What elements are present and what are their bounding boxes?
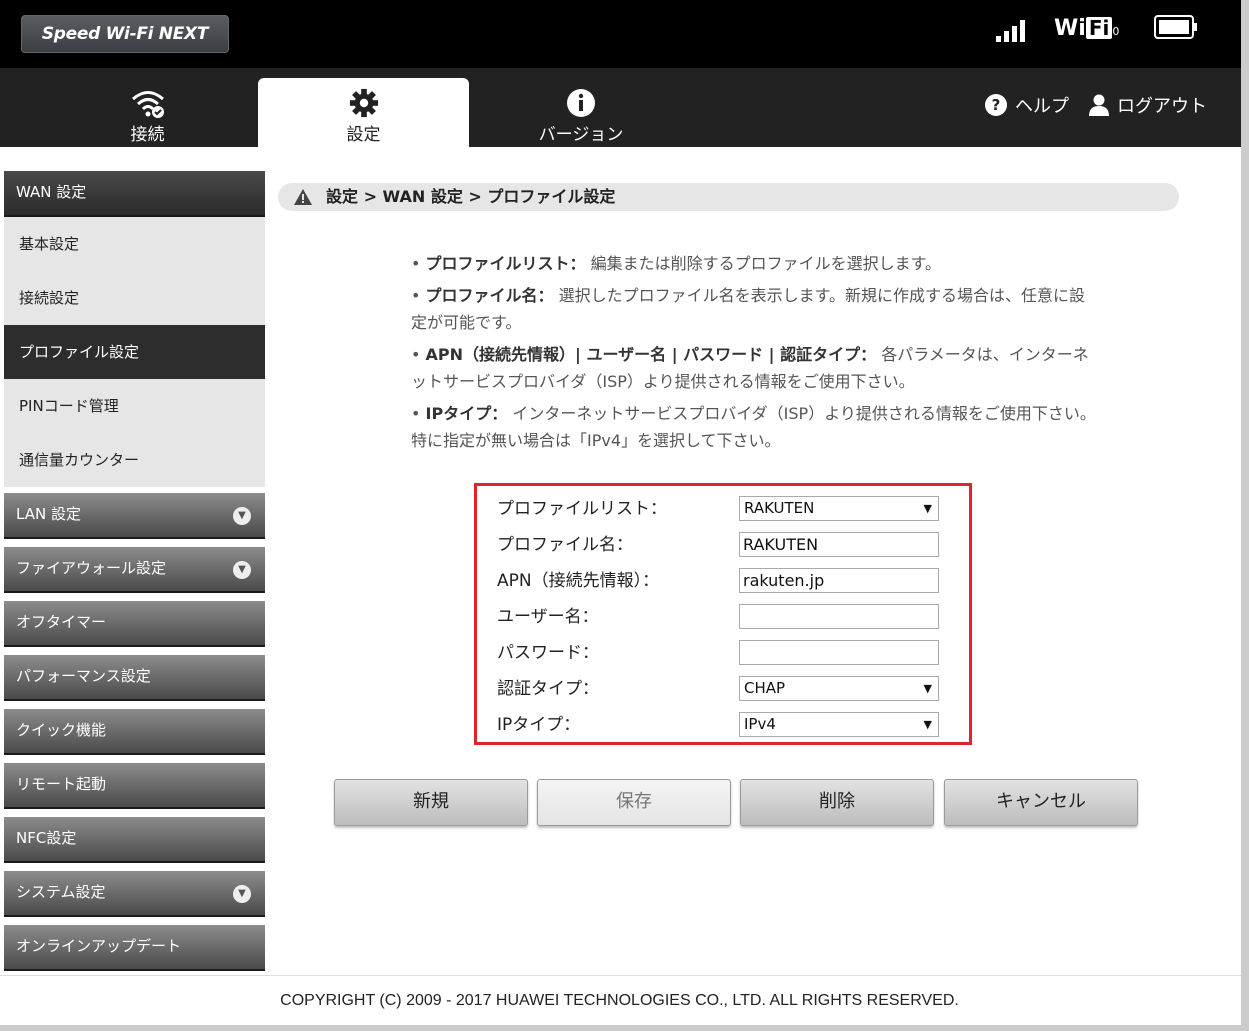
chevron-down-icon: ▼	[233, 507, 251, 525]
signal-strength-icon	[996, 20, 1025, 42]
copyright-footer: COPYRIGHT (C) 2009 - 2017 HUAWEI TECHNOL…	[280, 992, 959, 1009]
help-icon: ?	[985, 94, 1007, 116]
help-description: • プロファイルリスト： 編集または削除するプロファイルを選択します。 • プロ…	[411, 250, 1101, 459]
form-row-profile-list: プロファイルリスト： RAKUTEN ▼	[497, 496, 957, 522]
password-label: パスワード：	[497, 643, 599, 663]
form-row-ip-type: IPタイプ： IPv4 ▼	[497, 712, 957, 738]
sidebar-header-online-update[interactable]: オンラインアップデート	[4, 925, 265, 971]
sidebar-item-connection[interactable]: 接続設定	[4, 271, 265, 325]
profile-name-label: プロファイル名：	[497, 535, 633, 555]
username-label: ユーザー名：	[497, 607, 599, 627]
profile-name-input[interactable]	[739, 532, 939, 557]
sidebar-header-wan[interactable]: WAN 設定	[4, 171, 265, 217]
sidebar-header-performance[interactable]: パフォーマンス設定	[4, 655, 265, 701]
password-input[interactable]	[739, 640, 939, 665]
sidebar-group-wan: WAN 設定 基本設定 接続設定 プロファイル設定 PINコード管理 通信量カウ…	[4, 171, 265, 487]
window-bottom-border	[0, 1025, 1249, 1031]
breadcrumb-text: 設定 > WAN 設定 > プロファイル設定	[326, 187, 616, 206]
auth-type-value: CHAP	[744, 679, 786, 697]
profile-form: プロファイルリスト： RAKUTEN ▼ プロファイル名： APN（接続先情報）…	[474, 483, 972, 745]
breadcrumb: 設定 > WAN 設定 > プロファイル設定	[278, 183, 1179, 211]
profile-list-value: RAKUTEN	[744, 499, 815, 517]
sidebar-label: LAN 設定	[16, 505, 81, 523]
help-item: • APN（接続先情報）| ユーザー名 | パスワード | 認証タイプ： 各パラ…	[411, 345, 1089, 391]
gear-icon	[349, 88, 378, 118]
logout-label: ログアウト	[1117, 96, 1207, 117]
profile-list-label: プロファイルリスト：	[497, 499, 667, 519]
sidebar-header-quick[interactable]: クイック機能	[4, 709, 265, 755]
user-icon	[1089, 94, 1109, 116]
dropdown-arrow-icon: ▼	[923, 502, 932, 515]
top-header: Speed Wi-Fi NEXT Wi Fi 0	[0, 0, 1249, 68]
help-link[interactable]: ? ヘルプ	[985, 92, 1069, 118]
username-input[interactable]	[739, 604, 939, 629]
sidebar-header-system[interactable]: システム設定 ▼	[4, 871, 265, 917]
delete-button[interactable]: 削除	[740, 779, 934, 826]
form-row-profile-name: プロファイル名：	[497, 532, 957, 558]
form-row-username: ユーザー名：	[497, 604, 957, 630]
sidebar-label: システム設定	[16, 883, 106, 901]
help-label: ヘルプ	[1015, 96, 1069, 117]
tab-label: 設定	[346, 125, 381, 145]
chevron-down-icon: ▼	[233, 561, 251, 579]
auth-type-label: 認証タイプ：	[497, 679, 599, 699]
form-row-apn: APN（接続先情報）：	[497, 568, 957, 594]
ip-type-label: IPタイプ：	[497, 715, 581, 735]
cancel-button[interactable]: キャンセル	[944, 779, 1138, 826]
wifi-icon	[131, 91, 164, 118]
sidebar-item-basic[interactable]: 基本設定	[4, 217, 265, 271]
tab-label: バージョン	[538, 125, 624, 145]
sidebar-header-firewall[interactable]: ファイアウォール設定 ▼	[4, 547, 265, 593]
warning-icon	[294, 189, 312, 205]
battery-icon	[1154, 15, 1197, 39]
apn-label: APN（接続先情報）：	[497, 571, 660, 591]
chevron-down-icon: ▼	[233, 885, 251, 903]
apn-input[interactable]	[739, 568, 939, 593]
tab-version[interactable]: バージョン	[472, 78, 690, 147]
wifi-status-icon: Wi Fi 0	[1054, 16, 1120, 41]
sidebar-header-remote[interactable]: リモート起動	[4, 763, 265, 809]
sidebar-item-data-counter[interactable]: 通信量カウンター	[4, 433, 265, 487]
auth-type-select[interactable]: CHAP ▼	[739, 676, 939, 701]
profile-list-select[interactable]: RAKUTEN ▼	[739, 496, 939, 521]
new-button[interactable]: 新規	[334, 779, 528, 826]
sidebar-label: ファイアウォール設定	[16, 559, 167, 577]
help-item: • IPタイプ： インターネットサービスプロバイダ（ISP）より提供される情報を…	[411, 404, 1096, 450]
ip-type-value: IPv4	[744, 715, 776, 733]
window-right-border	[1241, 0, 1249, 1031]
main-nav: 接続 設定 バージョン ? ヘルプ ログアウト	[0, 68, 1249, 147]
info-icon	[567, 89, 595, 117]
tab-settings[interactable]: 設定	[258, 78, 469, 147]
logout-link[interactable]: ログアウト	[1089, 92, 1207, 118]
help-item: • プロファイル名： 選択したプロファイル名を表示します。新規に作成する場合は、…	[411, 286, 1086, 332]
dropdown-arrow-icon: ▼	[923, 682, 932, 695]
dropdown-arrow-icon: ▼	[923, 718, 932, 731]
footer-divider	[0, 975, 1249, 976]
sidebar: WAN 設定 基本設定 接続設定 プロファイル設定 PINコード管理 通信量カウ…	[4, 171, 265, 979]
brand-logo: Speed Wi-Fi NEXT	[21, 15, 229, 53]
sidebar-item-profile[interactable]: プロファイル設定	[4, 325, 265, 379]
tab-connection[interactable]: 接続	[40, 78, 255, 147]
sidebar-header-lan[interactable]: LAN 設定 ▼	[4, 493, 265, 539]
ip-type-select[interactable]: IPv4 ▼	[739, 712, 939, 737]
form-row-password: パスワード：	[497, 640, 957, 666]
form-row-auth-type: 認証タイプ： CHAP ▼	[497, 676, 957, 702]
sidebar-header-nfc[interactable]: NFC設定	[4, 817, 265, 863]
sidebar-header-off-timer[interactable]: オフタイマー	[4, 601, 265, 647]
tab-label: 接続	[130, 125, 165, 145]
help-item: • プロファイルリスト： 編集または削除するプロファイルを選択します。	[411, 254, 942, 273]
sidebar-item-pin[interactable]: PINコード管理	[4, 379, 265, 433]
save-button[interactable]: 保存	[537, 779, 731, 826]
